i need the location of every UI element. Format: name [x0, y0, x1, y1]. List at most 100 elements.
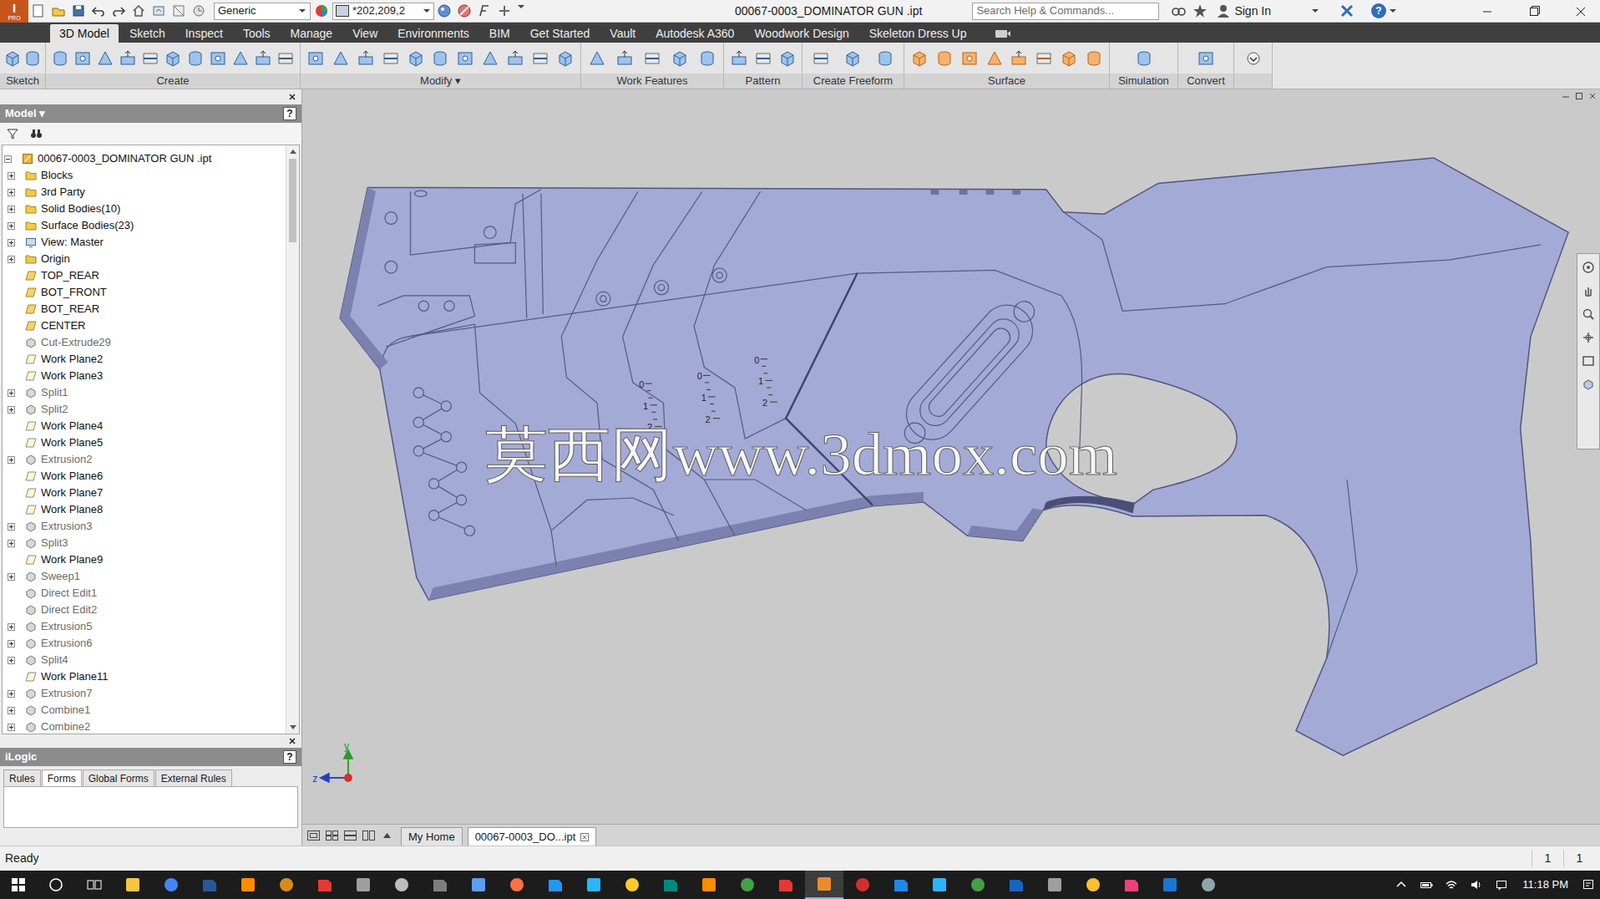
expand-toggle[interactable]	[7, 656, 16, 664]
browser-help-button[interactable]: ?	[283, 106, 297, 121]
expand-toggle[interactable]	[7, 222, 16, 230]
tool-icon[interactable]	[96, 49, 115, 68]
tree-item[interactable]: Work Plane9	[2, 551, 286, 568]
update-icon[interactable]	[148, 0, 169, 21]
appearance-dropdown[interactable]: *202,209,2	[332, 2, 435, 21]
ilogic-tab[interactable]: Global Forms	[82, 769, 155, 786]
panel-label[interactable]: Create Freeform	[802, 73, 904, 89]
app-icon[interactable]	[958, 870, 998, 899]
expand-toggle[interactable]	[7, 572, 16, 581]
tool-icon[interactable]	[163, 49, 183, 68]
app-icon[interactable]	[651, 870, 690, 899]
tree-item[interactable]: Work Plane5	[2, 434, 286, 451]
tree-item-label[interactable]: TOP_REAR	[40, 267, 100, 284]
save-icon[interactable]	[68, 0, 89, 21]
filter-icon[interactable]	[6, 127, 19, 140]
cascade-icon[interactable]	[303, 825, 323, 846]
tool-icon[interactable]	[455, 49, 475, 68]
tree-item[interactable]: CENTER	[2, 317, 286, 335]
ribbon-tab[interactable]: Skeleton Dress Up	[860, 24, 977, 43]
tree-item-label[interactable]: Work Plane3	[40, 367, 103, 385]
expand-toggle[interactable]	[7, 205, 16, 213]
tool-icon[interactable]	[910, 49, 929, 68]
undo-icon[interactable]	[88, 0, 109, 21]
tree-item[interactable]: Work Plane7	[2, 484, 286, 502]
tree-item-label[interactable]: View: Master	[40, 233, 104, 251]
expand-toggle[interactable]	[7, 238, 16, 247]
ribbon-tab[interactable]: 3D Model	[50, 24, 119, 43]
restore-icon[interactable]	[1514, 0, 1554, 23]
tool-icon[interactable]	[481, 49, 500, 68]
app-icon[interactable]	[843, 870, 882, 899]
tool-icon[interactable]	[141, 49, 160, 68]
tool-icon[interactable]	[118, 49, 137, 68]
appearance-icon[interactable]	[310, 0, 333, 21]
parameters-icon[interactable]	[474, 0, 495, 21]
tool-icon[interactable]	[406, 49, 426, 68]
tree-item-label[interactable]: Blocks	[40, 167, 73, 184]
gun-model[interactable]: 012012012yz莫西网www.3dmox.com	[302, 89, 1600, 824]
app-icon[interactable]	[459, 870, 498, 899]
home-icon[interactable]	[128, 0, 149, 21]
ilogic-tab[interactable]: Forms	[41, 769, 82, 786]
tree-item[interactable]: Origin	[2, 250, 286, 268]
binoculars-icon[interactable]	[1167, 3, 1190, 19]
tree-item-label[interactable]: Work Plane6	[40, 467, 103, 485]
exchange-icon[interactable]	[1336, 3, 1358, 19]
minimize-icon[interactable]	[1468, 0, 1507, 23]
tool-icon[interactable]	[643, 49, 662, 68]
tool-icon[interactable]	[615, 49, 634, 68]
tree-item[interactable]: TOP_REAR	[2, 267, 286, 284]
tree-item[interactable]: View: Master	[2, 233, 286, 251]
ilogic-tab[interactable]: External Rules	[155, 769, 233, 786]
tree-item[interactable]: 3rd Party	[2, 183, 286, 201]
expand-toggle[interactable]	[7, 723, 16, 731]
tool-icon[interactable]	[506, 49, 525, 68]
tool-icon[interactable]	[729, 49, 749, 68]
tool-icon[interactable]	[208, 49, 228, 68]
tree-item[interactable]: Surface Bodies(23)	[2, 217, 286, 234]
user-icon[interactable]	[1214, 3, 1233, 19]
document-tab[interactable]: 00067-0003_DO...ipt	[467, 826, 598, 846]
redo-icon[interactable]	[108, 0, 129, 21]
tree-item[interactable]: Split1	[2, 384, 286, 401]
tool-icon[interactable]	[1034, 49, 1054, 68]
horizontal-icon[interactable]	[340, 825, 360, 846]
tree-item[interactable]: Direct Edit2	[2, 601, 286, 618]
sign-in-button[interactable]: Sign In	[1234, 2, 1271, 21]
tree-item-label[interactable]: Extrusion6	[40, 634, 92, 652]
task-view-icon[interactable]	[75, 870, 114, 899]
tree-item-label[interactable]: Split4	[40, 651, 69, 669]
scroll-down-icon[interactable]	[286, 719, 299, 734]
customize-arrow-icon[interactable]	[514, 0, 535, 21]
tool-icon[interactable]	[960, 49, 979, 68]
ribbon-tab[interactable]: Inspect	[176, 24, 233, 43]
tree-item[interactable]: BOT_REAR	[2, 300, 286, 318]
expand-toggle[interactable]	[7, 255, 16, 264]
tool-icon[interactable]	[587, 49, 607, 68]
add-icon[interactable]	[494, 0, 515, 21]
tool-icon[interactable]	[1196, 49, 1216, 68]
search-icon[interactable]	[36, 870, 76, 899]
find-icon[interactable]	[30, 127, 43, 140]
tree-item-label[interactable]: Extrusion5	[40, 617, 92, 635]
search-field[interactable]	[972, 2, 1159, 20]
message-icon[interactable]	[1488, 870, 1514, 899]
notifications-icon[interactable]	[1576, 870, 1600, 899]
tree-item[interactable]: Extrusion7	[2, 684, 286, 702]
tree-item[interactable]: Extrusion6	[2, 634, 286, 652]
ribbon-tab[interactable]: Get Started	[521, 24, 600, 43]
panel-label[interactable]: Simulation	[1109, 73, 1178, 89]
tool-icon[interactable]	[331, 49, 350, 68]
ilogic-tab[interactable]: Rules	[3, 769, 41, 786]
tree-item-label[interactable]: CENTER	[40, 317, 86, 335]
panel-label[interactable]: Sketch	[0, 73, 46, 89]
battery-icon[interactable]	[1413, 870, 1439, 899]
tab-list-icon[interactable]	[377, 825, 396, 846]
app-icon[interactable]	[689, 870, 729, 899]
tool-icon[interactable]	[1009, 49, 1028, 68]
app-icon[interactable]	[1035, 870, 1074, 899]
clock[interactable]: 11:18 PM	[1513, 875, 1577, 893]
app-icon[interactable]	[113, 870, 152, 899]
tree-item[interactable]: Sweep1	[2, 567, 286, 585]
